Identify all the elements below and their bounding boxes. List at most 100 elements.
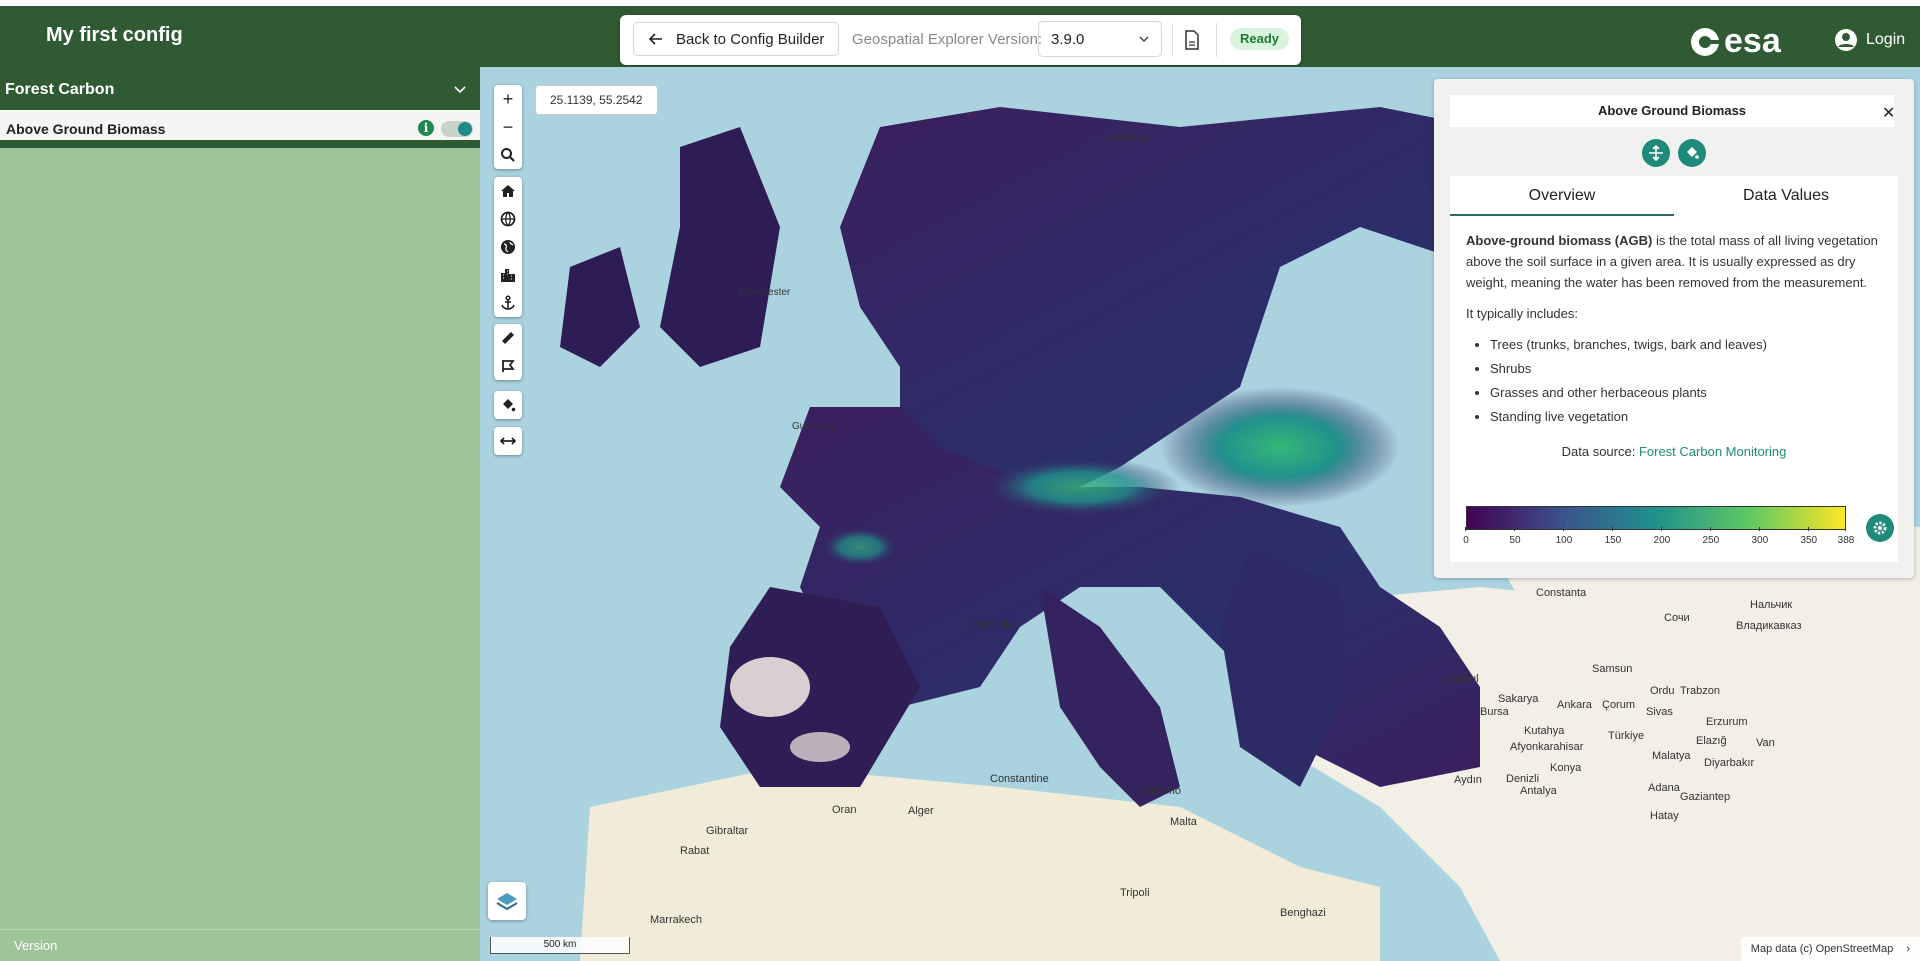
zoom-controls: + − (494, 85, 522, 169)
style-layer-button[interactable] (1678, 139, 1706, 167)
logo-text: esa (1724, 22, 1781, 60)
tab-data-values[interactable]: Data Values (1674, 176, 1898, 216)
version-value: 3.9.0 (1051, 31, 1085, 48)
place-label: Elazığ (1696, 735, 1727, 747)
anchor-icon (501, 295, 515, 310)
biomass-land (560, 247, 640, 367)
place-label: Adana (1648, 782, 1680, 794)
tab-overview[interactable]: Overview (1450, 176, 1674, 216)
legend-tick: 50 (1500, 527, 1530, 551)
login-button[interactable]: Login (1834, 28, 1905, 52)
place-label: Van (1756, 737, 1775, 749)
ruler-button[interactable] (494, 324, 522, 352)
legend-tick: 300 (1745, 527, 1775, 551)
overview-intro: Above-ground biomass (AGB) is the total … (1466, 230, 1882, 293)
gear-icon (1873, 521, 1887, 535)
place-label: Нальчик (1750, 599, 1793, 611)
back-to-config-builder-button[interactable]: Back to Config Builder (633, 22, 840, 56)
version-footer: Version (0, 929, 480, 961)
place-label: Samsun (1592, 663, 1633, 675)
esa-logo: esa (1690, 22, 1781, 61)
place-label: Сочи (1664, 612, 1690, 624)
toggle-knob (458, 122, 472, 136)
place-label: Trabzon (1680, 685, 1720, 697)
place-label: Türkiye (1608, 730, 1645, 742)
chevron-down-icon (454, 86, 466, 94)
place-label: Bursa (1480, 706, 1509, 718)
place-label: Ankara (1557, 699, 1592, 711)
chevron-right-icon[interactable]: › (1906, 943, 1910, 955)
back-button-label: Back to Config Builder (676, 30, 825, 48)
legend-tick: 350 (1794, 527, 1824, 551)
toolbar-divider (1216, 23, 1217, 57)
layer-visibility-toggle[interactable] (441, 121, 473, 137)
place-label: Diyarbakır (1704, 757, 1755, 769)
layer-group-header[interactable]: Forest Carbon (0, 67, 480, 110)
scale-bar: 500 km (490, 937, 630, 954)
basemap-switcher-button[interactable] (488, 882, 526, 920)
info-icon[interactable]: i (418, 120, 434, 136)
place-label: Ordu (1650, 685, 1675, 697)
city-button[interactable] (494, 261, 522, 289)
login-label: Login (1866, 31, 1906, 48)
search-icon (501, 148, 515, 162)
legend-settings-button[interactable] (1866, 514, 1894, 542)
city-icon (501, 269, 515, 282)
data-source: Data source: Forest Carbon Monitoring (1466, 441, 1882, 462)
zoom-search-button[interactable] (494, 141, 522, 169)
home-button[interactable] (494, 177, 522, 205)
list-item: Grasses and other herbaceous plants (1490, 382, 1882, 403)
config-title: My first config (46, 24, 183, 46)
place-label: Marseille (970, 619, 1015, 631)
close-icon[interactable]: ✕ (1882, 103, 1895, 123)
arrows-horizontal-icon (500, 437, 516, 445)
earth-button[interactable] (494, 233, 522, 261)
ruler-icon (502, 332, 514, 344)
draw-area-button[interactable] (494, 352, 522, 380)
place-label: Antalya (1520, 785, 1557, 797)
zoom-in-button[interactable]: + (494, 85, 522, 113)
version-select[interactable]: 3.9.0 (1038, 21, 1162, 57)
place-label: Erzurum (1706, 716, 1748, 728)
data-source-link[interactable]: Forest Carbon Monitoring (1639, 444, 1786, 459)
layer-group-title: Forest Carbon (5, 81, 115, 98)
agb-term: Above-ground biomass (AGB) (1466, 233, 1653, 248)
map-attribution[interactable]: Map data (c) OpenStreetMap › (1740, 937, 1920, 961)
crosshair-icon (1649, 145, 1663, 161)
place-label: Владикавказ (1736, 620, 1802, 632)
anchor-button[interactable] (494, 289, 522, 317)
list-item: Shrubs (1490, 358, 1882, 379)
place-label: Hatay (1650, 810, 1679, 822)
list-item: Trees (trunks, branches, twigs, bark and… (1490, 334, 1882, 355)
includes-heading: It typically includes: (1466, 306, 1578, 321)
biomass-high-region (1160, 387, 1400, 507)
overview-content: Above-ground biomass (AGB) is the total … (1450, 216, 1898, 562)
legend-tick: 150 (1598, 527, 1628, 551)
zoom-to-layer-button[interactable] (1642, 139, 1670, 167)
swipe-compare-button[interactable] (494, 427, 522, 455)
place-label: Konya (1550, 762, 1582, 774)
layer-item[interactable]: Above Ground Biomass i (0, 110, 480, 148)
place-label: Afyonkarahisar (1510, 741, 1584, 753)
includes-list: Trees (trunks, branches, twigs, bark and… (1466, 334, 1882, 427)
zoom-out-button[interactable]: − (494, 113, 522, 141)
paint-bucket-icon (1687, 147, 1699, 159)
place-label: Malta (1170, 816, 1197, 828)
document-icon[interactable] (1181, 29, 1203, 51)
panel-title: Above Ground Biomass (1450, 95, 1894, 127)
arrow-left-icon (648, 33, 662, 45)
home-icon (501, 185, 515, 197)
config-toolbar: Back to Config Builder Geospatial Explor… (620, 15, 1301, 65)
panel-tabs: Overview Data Values (1450, 176, 1898, 216)
chevron-down-icon (1139, 36, 1149, 43)
esa-emblem-icon (1691, 27, 1720, 56)
paint-bucket-button[interactable] (494, 391, 522, 419)
place-label: Constanta (1536, 587, 1587, 599)
place-label: Benghazi (1280, 907, 1326, 919)
place-label: Malatya (1652, 750, 1691, 762)
legend-colorbar (1466, 506, 1846, 530)
measure-controls (494, 324, 522, 380)
globe-button[interactable] (494, 205, 522, 233)
basemap-land (580, 767, 1380, 961)
earth-icon (501, 240, 515, 254)
